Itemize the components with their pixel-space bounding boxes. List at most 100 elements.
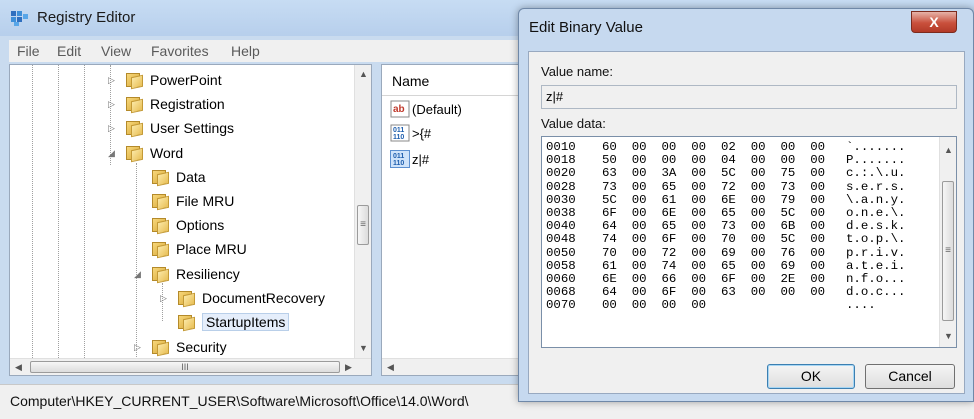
hex-offset: 0060 xyxy=(546,272,576,286)
binary-value-icon: 011 110 xyxy=(390,150,410,168)
tree-item-documentrecovery[interactable]: ▷ DocumentRecovery xyxy=(160,287,325,309)
tree-item-resiliency[interactable]: ◢ Resiliency xyxy=(134,263,240,285)
close-button[interactable]: X xyxy=(911,11,957,33)
menu-help[interactable]: Help xyxy=(231,43,260,59)
tree-item-word[interactable]: ◢ Word xyxy=(108,142,183,164)
tree-item-user-settings[interactable]: ▷ User Settings xyxy=(108,117,234,139)
cancel-button[interactable]: Cancel xyxy=(865,364,955,389)
collapse-arrow-icon[interactable]: ◢ xyxy=(108,142,115,164)
hex-offset: 0068 xyxy=(546,285,576,300)
column-header-label: Name xyxy=(392,73,430,89)
hex-bytes: 64 00 65 00 73 00 6B 00 xyxy=(602,219,826,234)
hex-bytes: 73 00 65 00 72 00 73 00 xyxy=(602,179,826,194)
hex-bytes: 50 00 00 00 04 00 00 00 xyxy=(602,153,826,168)
folder-icon xyxy=(126,97,144,114)
tree-item-registration[interactable]: ▷ Registration xyxy=(108,93,225,115)
scroll-down-icon[interactable]: ▼ xyxy=(359,343,368,353)
value-row-binary-1[interactable]: 011 110 >{# xyxy=(390,123,431,145)
menu-file[interactable]: File xyxy=(17,43,40,59)
scroll-thumb[interactable]: ≡ xyxy=(942,181,954,321)
scroll-down-icon[interactable]: ▼ xyxy=(944,331,953,341)
tree-item-place-mru[interactable]: Place MRU xyxy=(134,238,247,260)
hex-ascii: \.a.n.y. xyxy=(846,192,906,207)
value-name-field: z|# xyxy=(541,85,957,109)
value-row-default[interactable]: ab (Default) xyxy=(390,99,462,121)
hex-bytes: 64 00 6F 00 63 00 00 00 xyxy=(602,285,826,300)
value-name-text: z|# xyxy=(546,89,564,104)
value-name-label: Value name: xyxy=(541,64,614,79)
hex-bytes: 63 00 3A 00 5C 00 75 00 xyxy=(602,166,826,181)
tree-item-label: DocumentRecovery xyxy=(202,290,325,306)
ok-button[interactable]: OK xyxy=(767,364,855,389)
value-data-editor[interactable]: 0010 60 00 00 00 02 00 00 00 `....... 0018 5… xyxy=(541,136,957,348)
hex-offset: 0030 xyxy=(546,192,576,207)
scroll-up-icon[interactable]: ▲ xyxy=(944,145,953,155)
tree-item-security[interactable]: ▷ Security xyxy=(134,336,227,358)
hex-ascii: d.o.c... xyxy=(846,285,906,300)
grip-icon: ≡ xyxy=(945,245,951,256)
tree-item-label: File MRU xyxy=(176,193,235,209)
folder-icon xyxy=(126,121,144,138)
scroll-thumb[interactable]: III xyxy=(30,361,340,373)
tree-item-label: Options xyxy=(176,217,225,233)
hex-offset: 0058 xyxy=(546,258,576,273)
folder-icon xyxy=(126,146,144,163)
folder-icon xyxy=(152,170,170,187)
menu-favorites[interactable]: Favorites xyxy=(151,43,209,59)
menu-edit[interactable]: Edit xyxy=(57,43,81,59)
hex-offset: 0040 xyxy=(546,219,576,234)
tree-item-data[interactable]: Data xyxy=(134,166,206,188)
hex-ascii: P....... xyxy=(846,153,906,168)
expand-arrow-icon[interactable]: ▷ xyxy=(134,336,141,358)
key-tree[interactable]: ▷ PowerPoint ▷ Registration ▷ User Setti… xyxy=(9,64,372,376)
expand-arrow-icon[interactable]: ▷ xyxy=(108,69,115,91)
tree-item-label: Registration xyxy=(150,96,225,112)
tree-item-label: Resiliency xyxy=(176,266,240,282)
values-horizontal-scrollbar[interactable]: ◀ xyxy=(382,358,540,375)
hex-ascii: a.t.e.i. xyxy=(846,258,906,273)
expand-arrow-icon[interactable]: ▷ xyxy=(108,93,115,115)
folder-icon xyxy=(178,315,196,332)
window-title: Registry Editor xyxy=(37,9,136,26)
hex-bytes: 00 00 00 00 xyxy=(602,298,707,313)
hex-ascii: s.e.r.s. xyxy=(846,179,906,194)
svg-text:110: 110 xyxy=(393,160,404,167)
values-list[interactable]: Name ab (Default) 011 110 >{# 011 110 z|… xyxy=(381,64,541,376)
hex-bytes: 60 00 00 00 02 00 00 00 xyxy=(602,140,826,154)
hex-offset: 0038 xyxy=(546,206,576,220)
expand-arrow-icon[interactable]: ▷ xyxy=(108,117,115,139)
status-path: Computer\HKEY_CURRENT_USER\Software\Micr… xyxy=(10,393,469,409)
folder-icon xyxy=(152,242,170,259)
grip-icon: III xyxy=(181,362,189,372)
folder-icon xyxy=(152,267,170,284)
tree-horizontal-scrollbar[interactable]: ◀ III ▶ xyxy=(10,358,371,375)
scroll-right-icon[interactable]: ▶ xyxy=(345,362,352,373)
hex-ascii: o.n.e.\. xyxy=(846,206,906,220)
hex-offset: 0048 xyxy=(546,232,576,247)
menu-view[interactable]: View xyxy=(101,43,131,59)
scroll-left-icon[interactable]: ◀ xyxy=(15,362,22,373)
scroll-up-icon[interactable]: ▲ xyxy=(359,69,368,79)
binary-value-icon: 011 110 xyxy=(390,124,410,142)
tree-item-file-mru[interactable]: File MRU xyxy=(134,190,234,212)
value-data-label: Value data: xyxy=(541,116,606,131)
tree-vertical-scrollbar[interactable]: ▲ ≡ ▼ xyxy=(354,65,371,358)
tree-item-label: Word xyxy=(150,145,184,161)
hex-ascii: d.e.s.k. xyxy=(846,219,906,234)
hex-offset: 0020 xyxy=(546,166,576,181)
value-row-binary-2[interactable]: 011 110 z|# xyxy=(390,149,429,171)
scroll-left-icon[interactable]: ◀ xyxy=(387,362,394,373)
data-vertical-scrollbar[interactable]: ▲ ≡ ▼ xyxy=(939,137,956,347)
hex-ascii: t.o.p.\. xyxy=(846,232,906,247)
tree-item-options[interactable]: Options xyxy=(134,214,224,236)
string-value-icon: ab xyxy=(390,100,410,118)
tree-item-startupitems[interactable]: StartupItems xyxy=(160,311,290,333)
svg-text:110: 110 xyxy=(393,134,404,141)
expand-arrow-icon[interactable]: ▷ xyxy=(160,287,167,309)
scroll-thumb[interactable]: ≡ xyxy=(357,205,369,245)
hex-ascii: c.:.\.u. xyxy=(846,166,906,181)
collapse-arrow-icon[interactable]: ◢ xyxy=(134,263,141,285)
hex-bytes: 61 00 74 00 65 00 69 00 xyxy=(602,258,826,273)
tree-item-powerpoint[interactable]: ▷ PowerPoint xyxy=(108,69,222,91)
grip-icon: ≡ xyxy=(360,219,366,230)
